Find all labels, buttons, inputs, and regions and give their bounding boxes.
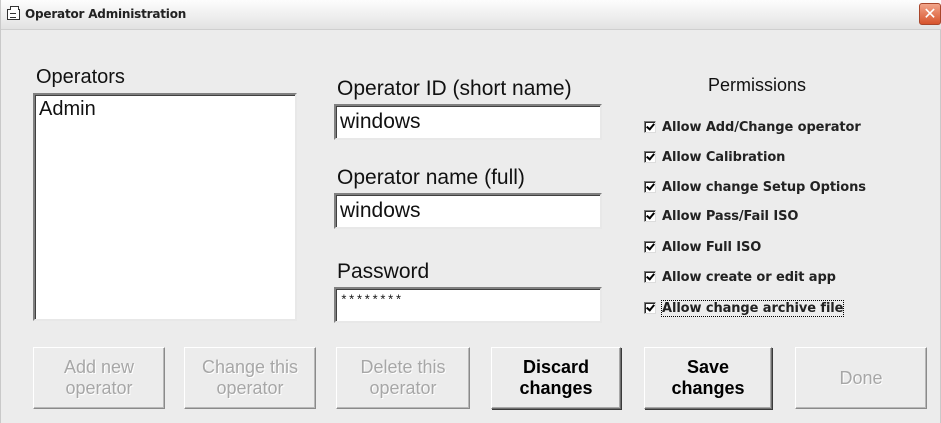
checkbox-checked-icon[interactable] <box>644 121 656 133</box>
button-label: Change this <box>201 357 299 377</box>
operator-id-input[interactable]: windows <box>334 104 602 140</box>
checkbox-checked-icon[interactable] <box>644 302 656 314</box>
button-label: changes <box>671 378 745 398</box>
permission-label: Allow Pass/Fail ISO <box>662 208 799 224</box>
password-label: Password <box>337 260 430 283</box>
operator-name-input[interactable]: windows <box>334 193 602 229</box>
checkbox-checked-icon[interactable] <box>644 181 656 193</box>
button-label: Delete this <box>360 357 446 377</box>
button-label: Add new <box>63 357 135 377</box>
title-bar[interactable]: Operator Administration ✕ <box>1 0 941 30</box>
permission-label: Allow create or edit app <box>662 269 836 285</box>
permission-setup-options[interactable]: Allow change Setup Options <box>644 178 866 196</box>
window-app-icon <box>7 6 20 20</box>
button-label: Save <box>686 357 730 377</box>
done-button[interactable]: Done <box>795 347 927 409</box>
checkbox-checked-icon[interactable] <box>644 210 656 222</box>
save-changes-button[interactable]: Save changes <box>644 347 772 409</box>
permission-full-iso[interactable]: Allow Full ISO <box>644 238 761 256</box>
permission-pass-fail-iso[interactable]: Allow Pass/Fail ISO <box>644 207 798 225</box>
permission-label: Allow Calibration <box>662 149 786 165</box>
permission-calibration[interactable]: Allow Calibration <box>644 148 785 166</box>
operator-list-item[interactable]: Admin <box>39 98 96 121</box>
button-label: Discard <box>522 357 590 377</box>
delete-operator-button[interactable]: Delete this operator <box>336 347 470 409</box>
permission-label: Allow Add/Change operator <box>662 119 861 135</box>
add-new-operator-button[interactable]: Add new operator <box>33 347 165 409</box>
checkbox-checked-icon[interactable] <box>644 271 656 283</box>
permission-label: Allow change Setup Options <box>662 179 866 195</box>
permission-archive-file[interactable]: Allow change archive file <box>644 299 845 317</box>
permission-create-edit-app[interactable]: Allow create or edit app <box>644 268 836 286</box>
operators-label: Operators <box>36 66 125 88</box>
button-label: operator <box>369 378 437 398</box>
discard-changes-button[interactable]: Discard changes <box>491 347 621 409</box>
checkbox-checked-icon[interactable] <box>644 241 656 253</box>
permissions-heading: Permissions <box>708 75 807 95</box>
permission-add-change-operator[interactable]: Allow Add/Change operator <box>644 118 861 136</box>
change-operator-button[interactable]: Change this operator <box>184 347 316 409</box>
button-label: operator <box>65 378 133 398</box>
button-label: operator <box>216 378 284 398</box>
password-input[interactable]: ******** <box>334 287 602 323</box>
close-button[interactable]: ✕ <box>919 3 941 25</box>
operator-id-label: Operator ID (short name) <box>337 77 572 100</box>
operator-administration-window: Operator Administration ✕ Operators Admi… <box>0 0 941 423</box>
checkbox-checked-icon[interactable] <box>644 151 656 163</box>
window-title: Operator Administration <box>25 7 187 21</box>
button-label: Done <box>839 367 883 388</box>
close-icon: ✕ <box>923 4 937 23</box>
operator-name-label: Operator name (full) <box>337 166 525 189</box>
button-label: changes <box>519 378 593 398</box>
operators-listbox[interactable]: Admin <box>33 93 297 321</box>
permission-label: Allow change archive file <box>660 299 845 317</box>
permission-label: Allow Full ISO <box>662 239 762 255</box>
